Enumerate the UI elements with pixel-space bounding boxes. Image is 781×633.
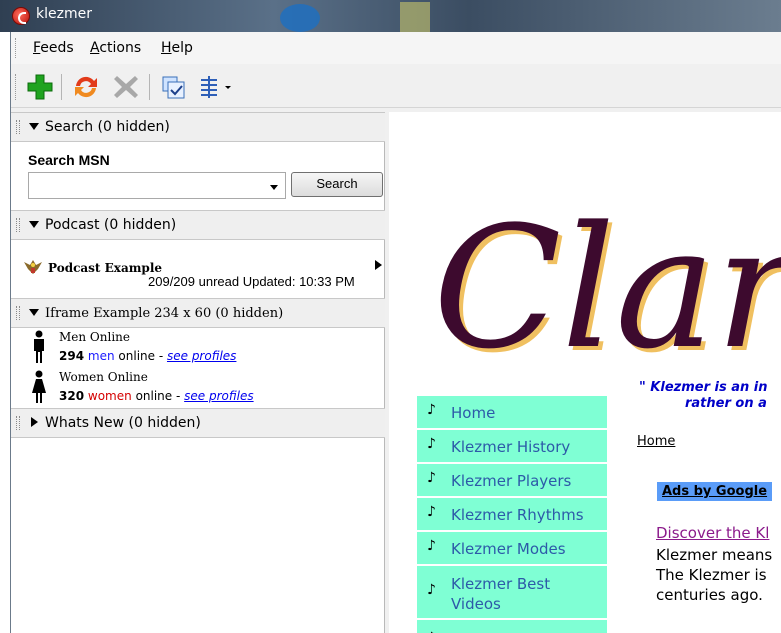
nav-item-more[interactable]: ♪ [417, 622, 607, 633]
music-note-icon: ♪ [427, 538, 436, 554]
delete-icon[interactable] [111, 72, 141, 102]
search-title: Search MSN [28, 152, 110, 168]
section-header-podcast[interactable]: Podcast (0 hidden) [11, 210, 385, 240]
add-icon[interactable] [25, 72, 55, 102]
nav-item-players[interactable]: ♪ Klezmer Players [417, 464, 607, 498]
grip-handle[interactable] [16, 218, 20, 232]
woman-icon [31, 370, 47, 404]
expand-arrow-icon[interactable] [375, 260, 382, 270]
sidebar-pane: Search (0 hidden) Search MSN Search Podc… [11, 112, 385, 633]
tagline: " Klezmer is an in rather on a [639, 380, 768, 411]
app-icon[interactable] [12, 7, 30, 25]
music-note-icon: ♪ [427, 436, 436, 452]
settings-icon[interactable] [159, 72, 189, 102]
web-content-pane: Clari Clari " Klezmer is an in rather on… [389, 112, 781, 633]
grip-handle[interactable] [15, 38, 18, 58]
grip-handle[interactable] [16, 306, 20, 320]
refresh-icon[interactable] [71, 72, 101, 102]
search-input[interactable] [28, 172, 286, 199]
clarinet-logo: Clari Clari [433, 190, 781, 372]
menu-actions[interactable]: Actions [90, 40, 141, 56]
man-icon [31, 330, 47, 364]
ads-by-google-link[interactable]: Ads by Google [657, 482, 773, 501]
collapse-icon[interactable] [29, 221, 39, 228]
grip-handle[interactable] [15, 74, 18, 100]
search-button[interactable]: Search [291, 172, 383, 197]
section-header-search[interactable]: Search (0 hidden) [11, 112, 385, 142]
body-text: Klezmer means The Klezmer is centuries a… [656, 546, 773, 604]
podcast-status: 209/209 unread Updated: 10:33 PM [148, 274, 355, 289]
collapse-icon[interactable] [29, 123, 39, 130]
section-header-iframe[interactable]: Iframe Example 234 x 60 (0 hidden) [11, 298, 385, 328]
dropdown-arrow-icon[interactable] [270, 185, 278, 190]
men-online-stat: 294 men online - see profiles [59, 349, 237, 363]
nav-item-history[interactable]: ♪ Klezmer History [417, 430, 607, 464]
window-title: klezmer [36, 6, 92, 22]
menu-bar: Feeds Actions Help [11, 32, 781, 64]
menu-help[interactable]: Help [161, 40, 193, 56]
site-nav: ♪ Home ♪ Klezmer History ♪ Klezmer Playe… [417, 396, 607, 633]
see-profiles-link[interactable]: see profiles [167, 349, 236, 363]
women-online-stat: 320 women online - see profiles [59, 389, 254, 403]
nav-item-modes[interactable]: ♪ Klezmer Modes [417, 532, 607, 566]
toolbar-separator [61, 74, 62, 100]
see-profiles-link[interactable]: see profiles [184, 389, 253, 403]
women-online-label: Women Online [59, 370, 148, 384]
eagle-icon [23, 258, 43, 276]
grip-handle[interactable] [16, 416, 20, 430]
music-note-icon: ♪ [427, 470, 436, 486]
nav-item-home[interactable]: ♪ Home [417, 396, 607, 430]
toolbar [11, 66, 781, 108]
music-note-icon: ♪ [427, 582, 436, 598]
menu-feeds[interactable]: Feeds [33, 40, 74, 56]
toolbar-separator [149, 74, 150, 100]
nav-item-best-videos[interactable]: ♪ Klezmer Best Videos [417, 566, 607, 620]
podcast-title[interactable]: Podcast Example [48, 261, 162, 275]
title-bar: klezmer [0, 0, 781, 32]
desktop-background [400, 2, 430, 32]
discover-link[interactable]: Discover the Kl [656, 524, 769, 542]
desktop-background [280, 4, 320, 32]
nav-item-rhythms[interactable]: ♪ Klezmer Rhythms [417, 498, 607, 532]
collapse-icon[interactable] [29, 309, 39, 316]
view-options-icon[interactable] [197, 72, 237, 102]
app-window: Feeds Actions Help Search (0 hidden) Sea… [10, 32, 781, 633]
expand-icon[interactable] [31, 417, 38, 427]
section-header-whatsnew[interactable]: Whats New (0 hidden) [11, 408, 385, 438]
svg-text:Clari: Clari [433, 190, 781, 372]
grip-handle[interactable] [16, 120, 20, 134]
men-online-label: Men Online [59, 330, 131, 344]
home-link[interactable]: Home [637, 434, 675, 449]
music-note-icon: ♪ [427, 504, 436, 520]
music-note-icon: ♪ [427, 402, 436, 418]
